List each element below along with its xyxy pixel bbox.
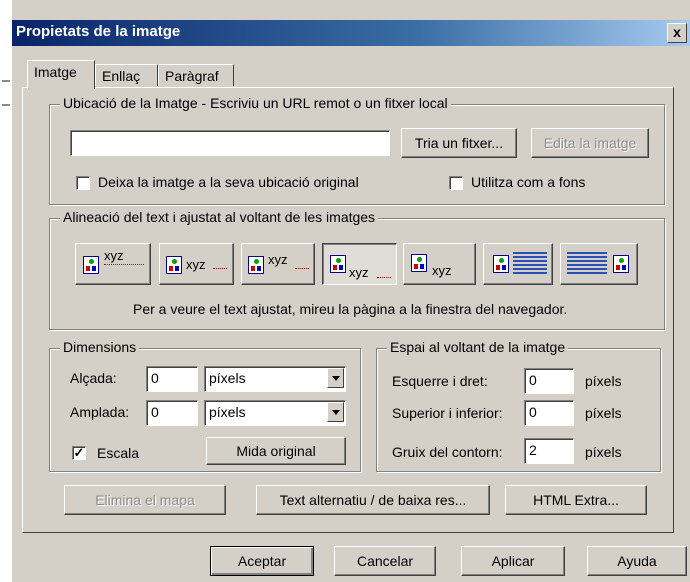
width-input[interactable]: 0 [146, 400, 198, 426]
align-center-sample: xyz [268, 252, 288, 267]
width-unit-value: píxels [209, 404, 246, 420]
location-legend: Ubicació de la Imatge - Escriviu un URL … [60, 95, 451, 111]
background-window-edge [0, 0, 12, 582]
align-bottom-sample: xyz [349, 265, 369, 280]
choose-file-button[interactable]: Tria un fitxer... [401, 128, 517, 158]
align-baseline-sample: xyz [432, 263, 452, 278]
align-middle-sample: xyz [186, 257, 206, 272]
height-input[interactable]: 0 [146, 366, 198, 392]
text-lines-icon [567, 252, 607, 276]
wrap-left-button[interactable] [483, 243, 553, 285]
tab-paragraph-label: Paràgraf [165, 68, 219, 84]
original-size-button[interactable]: Mida original [206, 437, 346, 465]
help-button[interactable]: Ayuda [587, 546, 687, 576]
align-top-sample: xyz [104, 248, 124, 263]
close-button[interactable]: x [667, 23, 687, 43]
image-icon [248, 256, 264, 274]
tab-paragraph[interactable]: Paràgraf [158, 64, 234, 86]
align-top-button[interactable]: xyz [75, 243, 151, 285]
cancel-button[interactable]: Cancelar [334, 546, 436, 576]
use-background-label: Utilitza com a fons [471, 174, 586, 190]
text-line-icon [295, 268, 309, 270]
text-line-icon [213, 268, 227, 270]
title-bar[interactable]: Propietats de la imatge x [12, 20, 690, 46]
spacing-legend: Espai al voltant de la imatge [387, 339, 569, 355]
chevron-down-icon[interactable] [327, 368, 344, 388]
image-icon [83, 256, 99, 274]
tab-image-label: Imatge [34, 64, 77, 80]
wrap-right-button[interactable] [560, 243, 638, 285]
left-right-label: Esquerre i dret: [392, 373, 488, 389]
height-unit-select[interactable]: píxels [204, 366, 346, 392]
apply-button[interactable]: Aplicar [461, 546, 565, 576]
remove-map-button[interactable]: Elimina el mapa [64, 485, 226, 515]
html-extra-button[interactable]: HTML Extra... [505, 485, 647, 515]
left-right-unit: píxels [585, 373, 622, 389]
background-divider [2, 80, 10, 82]
text-line-icon [104, 264, 144, 266]
text-line-icon [377, 277, 391, 279]
tab-image[interactable]: Imatge [27, 60, 95, 89]
scale-checkbox[interactable]: ✓ [72, 446, 86, 460]
left-right-input[interactable]: 0 [524, 368, 574, 394]
text-lines-icon [513, 252, 547, 276]
alt-text-button[interactable]: Text alternatiu / de baixa res... [256, 485, 490, 515]
keep-original-label: Deixa la imatge a la seva ubicació origi… [98, 174, 359, 190]
text-lines-icon [490, 252, 512, 256]
align-bottom-button[interactable]: xyz [322, 243, 397, 285]
border-input[interactable]: 2 [524, 438, 574, 464]
alignment-legend: Alineació del text i ajustat al voltant … [60, 209, 379, 225]
background-divider [2, 104, 10, 106]
image-icon [613, 255, 629, 273]
image-icon [493, 255, 509, 273]
tab-link[interactable]: Enllaç [95, 64, 158, 86]
width-unit-select[interactable]: píxels [204, 400, 346, 426]
use-background-checkbox[interactable] [449, 176, 463, 190]
close-icon: x [673, 24, 681, 40]
dialog-title: Propietats de la imatge [16, 23, 181, 40]
tab-link-label: Enllaç [102, 68, 141, 84]
image-icon [411, 254, 427, 272]
edit-image-button[interactable]: Edita la imatge [531, 128, 649, 158]
image-icon [166, 256, 182, 274]
align-center-button[interactable]: xyz [241, 243, 315, 285]
url-input[interactable] [70, 130, 390, 156]
width-label: Amplada: [70, 404, 130, 420]
align-baseline-button[interactable]: xyz [403, 243, 476, 285]
border-unit: píxels [585, 444, 622, 460]
keep-original-checkbox[interactable] [76, 176, 90, 190]
image-icon [330, 255, 346, 273]
height-label: Alçada: [70, 370, 117, 386]
dimensions-legend: Dimensions [60, 339, 140, 355]
chevron-down-icon[interactable] [327, 402, 344, 422]
alignment-hint: Per a veure el text ajustat, mireu la pà… [133, 301, 568, 317]
top-bottom-label: Superior i inferior: [392, 405, 503, 421]
top-bottom-unit: píxels [585, 405, 622, 421]
checkmark-icon: ✓ [73, 445, 85, 460]
top-bottom-input[interactable]: 0 [524, 400, 574, 426]
border-label: Gruix del contorn: [392, 444, 503, 460]
scale-label: Escala [97, 445, 140, 461]
height-unit-value: píxels [209, 370, 246, 386]
align-middle-button[interactable]: xyz [159, 243, 234, 285]
ok-button[interactable]: Aceptar [210, 546, 314, 576]
